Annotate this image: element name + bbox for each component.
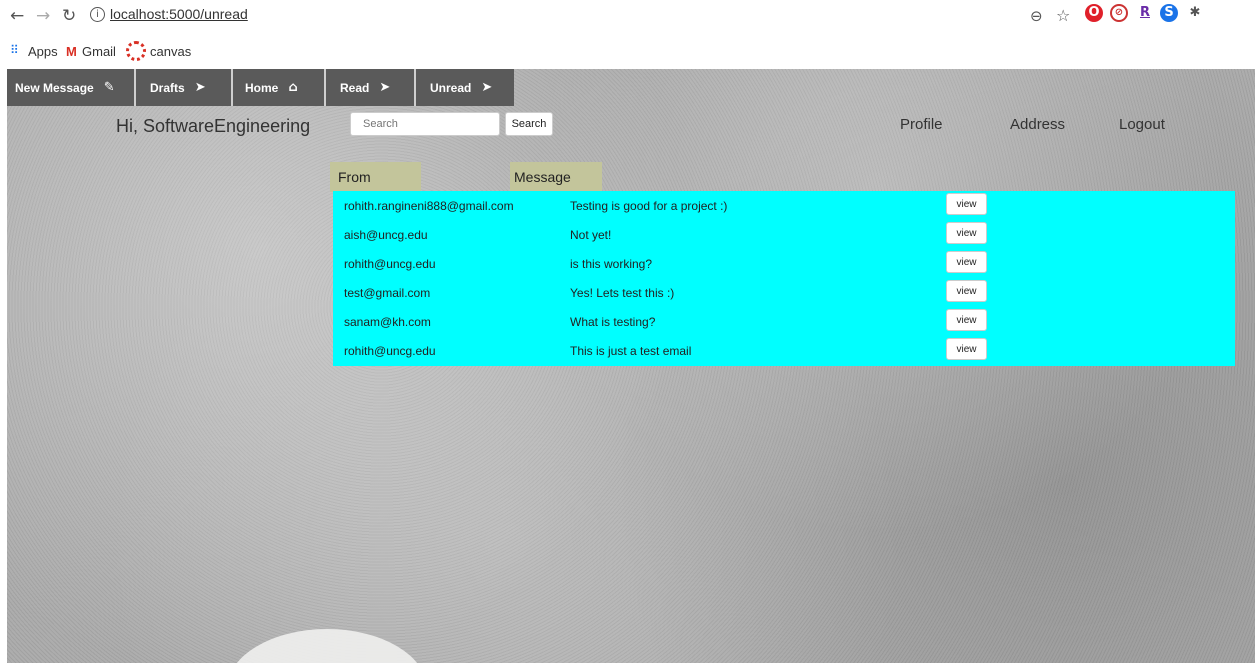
page-background: New Message ✎ Drafts ➤ Home ⌂ Read ➤ Unr… [7, 69, 1255, 663]
back-arrow-icon[interactable]: ← [10, 6, 24, 26]
nav-drafts[interactable]: Drafts ➤ [136, 69, 233, 106]
puzzle-icon[interactable]: ✱ [1186, 4, 1204, 22]
star-icon[interactable]: ☆ [1056, 6, 1070, 26]
book-decoration [227, 629, 427, 663]
row-from: rohith@uncg.edu [344, 344, 436, 358]
view-button[interactable]: view [946, 222, 987, 244]
table-row: rohith@uncg.edu This is just a test emai… [333, 336, 1235, 365]
nav-new-message[interactable]: New Message ✎ [7, 69, 136, 106]
row-message: Testing is good for a project :) [570, 199, 728, 213]
opera-icon[interactable]: O [1085, 4, 1103, 22]
send-icon: ➤ [481, 80, 493, 95]
home-icon: ⌂ [288, 80, 298, 95]
logout-link[interactable]: Logout [1119, 116, 1165, 133]
apps-grid-icon[interactable]: ⠿ [10, 43, 19, 57]
view-button[interactable]: view [946, 309, 987, 331]
bookmark-apps[interactable]: Apps [28, 44, 58, 59]
nav-label: Unread [430, 80, 472, 95]
s-extension-icon[interactable]: S [1160, 4, 1178, 22]
row-message: This is just a test email [570, 344, 692, 358]
row-message: is this working? [570, 257, 653, 271]
table-row: aish@uncg.edu Not yet! view [333, 220, 1235, 249]
column-header-message: Message [510, 162, 602, 192]
column-header-from: From [330, 162, 421, 192]
nav-read[interactable]: Read ➤ [326, 69, 416, 106]
row-message: Yes! Lets test this :) [570, 286, 675, 300]
row-message: Not yet! [570, 228, 612, 242]
send-icon: ➤ [379, 80, 391, 95]
view-button[interactable]: view [946, 251, 987, 273]
table-row: sanam@kh.com What is testing? view [333, 307, 1235, 336]
block-icon[interactable]: ⊘ [1110, 4, 1128, 22]
nav-label: Drafts [150, 80, 185, 95]
row-from: rohith@uncg.edu [344, 257, 436, 271]
row-message: What is testing? [570, 315, 656, 329]
table-row: rohith@uncg.edu is this working? view [333, 249, 1235, 278]
profile-link[interactable]: Profile [900, 116, 943, 133]
view-button[interactable]: view [946, 338, 987, 360]
r-extension-icon[interactable]: R [1136, 4, 1154, 22]
pencil-icon: ✎ [103, 80, 115, 95]
send-icon: ➤ [194, 80, 206, 95]
table-row: test@gmail.com Yes! Lets test this :) vi… [333, 278, 1235, 307]
forward-arrow-icon[interactable]: → [36, 6, 50, 26]
row-from: test@gmail.com [344, 286, 431, 300]
nav-label: Home [245, 80, 279, 95]
view-button[interactable]: view [946, 280, 987, 302]
row-from: aish@uncg.edu [344, 228, 428, 242]
canvas-icon[interactable] [126, 41, 146, 61]
gmail-icon[interactable]: M [66, 44, 77, 59]
browser-chrome: ← → ↻ i localhost:5000/unread ⊖ ☆ O ⊘ R … [0, 0, 1255, 69]
view-button[interactable]: view [946, 193, 987, 215]
address-bar[interactable]: localhost:5000/unread [110, 6, 248, 22]
row-from: sanam@kh.com [344, 315, 431, 329]
table-row: rohith.rangineni888@gmail.com Testing is… [333, 191, 1235, 220]
message-table: rohith.rangineni888@gmail.com Testing is… [333, 191, 1235, 366]
info-icon[interactable]: i [90, 7, 105, 22]
nav-label: New Message [15, 80, 94, 95]
bookmark-gmail[interactable]: Gmail [82, 44, 116, 59]
search-input[interactable] [350, 112, 500, 136]
nav-unread[interactable]: Unread ➤ [416, 69, 514, 106]
row-from: rohith.rangineni888@gmail.com [344, 199, 514, 213]
search-button[interactable]: Search [505, 112, 553, 136]
address-link[interactable]: Address [1010, 116, 1065, 133]
navbar: New Message ✎ Drafts ➤ Home ⌂ Read ➤ Unr… [7, 69, 514, 106]
zoom-icon[interactable]: ⊖ [1030, 6, 1043, 26]
reload-icon[interactable]: ↻ [62, 6, 76, 26]
bookmarks-bar: ⠿ Apps M Gmail canvas [0, 38, 1255, 64]
bookmark-canvas[interactable]: canvas [150, 44, 191, 59]
nav-home[interactable]: Home ⌂ [233, 69, 326, 106]
nav-label: Read [340, 80, 370, 95]
greeting: Hi, SoftwareEngineering [116, 116, 311, 136]
